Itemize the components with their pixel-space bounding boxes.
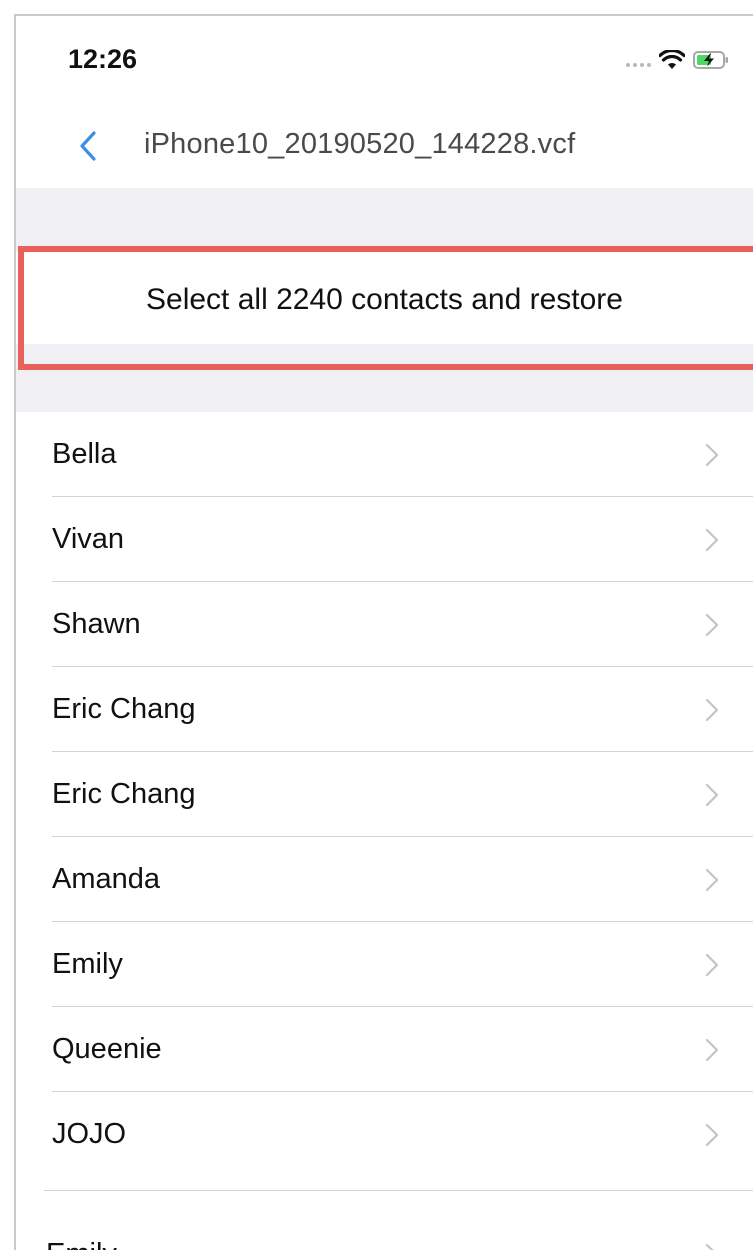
contact-row[interactable]: Emily	[46, 1212, 753, 1250]
chevron-right-icon	[705, 1038, 719, 1061]
back-button[interactable]	[70, 124, 106, 168]
contact-row[interactable]: Emily	[52, 922, 753, 1007]
contact-name: Vivan	[52, 523, 125, 555]
chevron-right-icon	[705, 528, 719, 551]
contact-row[interactable]: Bella	[52, 412, 753, 497]
group-separator	[16, 344, 753, 412]
chevron-right-icon	[705, 953, 719, 976]
contact-row[interactable]: Eric Chang	[52, 667, 753, 752]
status-time: 12:26	[68, 44, 138, 74]
select-all-label: Select all 2240 contacts and restore	[146, 282, 623, 316]
chevron-right-icon	[705, 613, 719, 636]
contact-name: JOJO	[52, 1118, 127, 1150]
row-divider	[44, 1190, 753, 1191]
signal-dots-icon	[626, 53, 651, 67]
chevron-right-icon	[705, 868, 719, 891]
chevron-right-icon	[705, 698, 719, 721]
contact-name: Eric Chang	[52, 778, 196, 810]
navigation-bar: iPhone10_20190520_144228.vcf	[16, 106, 753, 188]
phone-screen: 12:26 iPhone10_20190520_144228.vcf Selec…	[0, 0, 753, 1250]
contact-row[interactable]: Amanda	[52, 837, 753, 922]
select-all-restore-button[interactable]: Select all 2240 contacts and restore	[16, 255, 753, 344]
status-bar: 12:26	[16, 16, 753, 106]
contact-name: Emily	[52, 948, 123, 980]
contact-row[interactable]: JOJO	[52, 1092, 753, 1177]
contact-name: Amanda	[52, 863, 161, 895]
contact-name: Bella	[52, 438, 117, 470]
group-separator	[16, 188, 753, 252]
page-title: iPhone10_20190520_144228.vcf	[144, 128, 576, 160]
wifi-icon	[659, 50, 685, 69]
contact-name: Eric Chang	[52, 693, 196, 725]
chevron-right-icon	[705, 1243, 715, 1250]
chevron-left-icon	[80, 131, 96, 161]
chevron-right-icon	[705, 1123, 719, 1146]
contact-row[interactable]: Shawn	[52, 582, 753, 667]
chevron-right-icon	[705, 783, 719, 806]
contact-row[interactable]: Eric Chang	[52, 752, 753, 837]
contact-name: Shawn	[52, 608, 141, 640]
contact-name: Queenie	[52, 1033, 162, 1065]
contact-list: Bella Vivan Shawn Eric Chang Eric Chang	[16, 412, 753, 1250]
contact-name: Emily	[46, 1238, 117, 1250]
battery-charging-icon	[693, 51, 728, 69]
contact-row[interactable]: Queenie	[52, 1007, 753, 1092]
chevron-right-icon	[705, 443, 719, 466]
status-icons	[626, 48, 729, 72]
screen: 12:26 iPhone10_20190520_144228.vcf Selec…	[16, 16, 753, 1250]
contact-row[interactable]: Vivan	[52, 497, 753, 582]
